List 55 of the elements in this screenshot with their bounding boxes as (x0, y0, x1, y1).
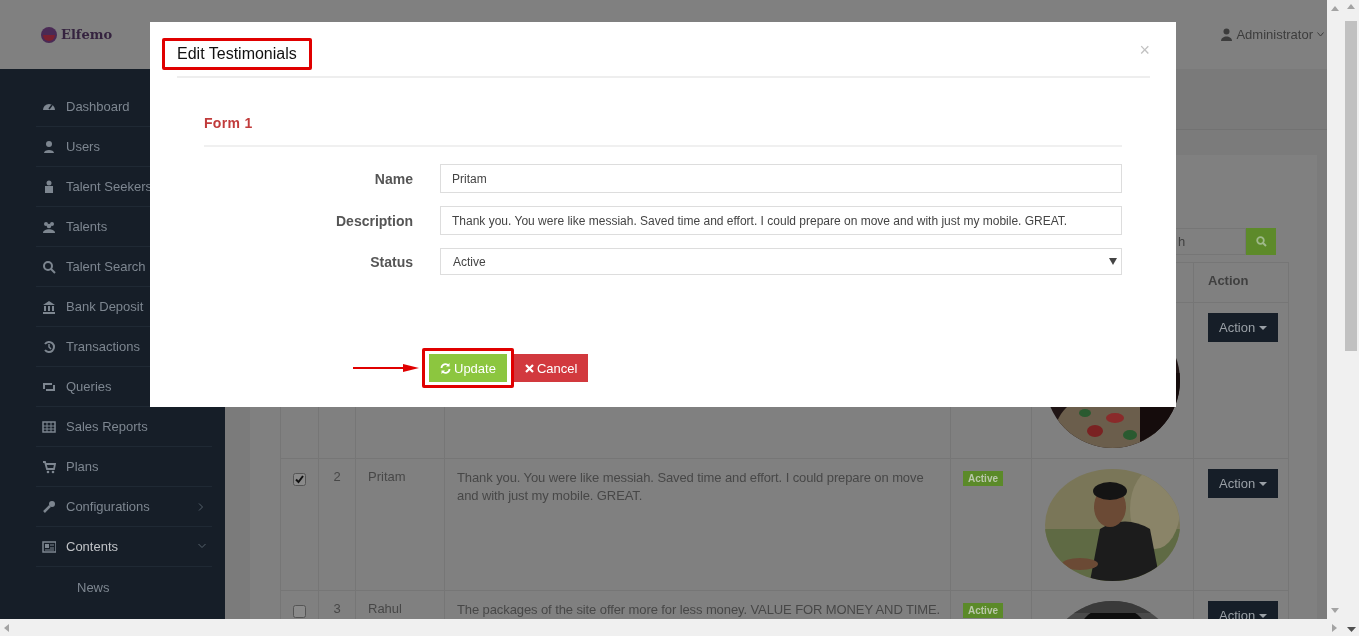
cancel-button[interactable]: Cancel (513, 354, 589, 382)
bank-icon (42, 299, 56, 314)
search-icon (1255, 236, 1267, 247)
row-number: 2 (333, 469, 341, 484)
sidebar-item[interactable]: Contents (36, 527, 212, 567)
cart-icon (42, 459, 56, 474)
search-icon (42, 259, 56, 274)
logo-icon (40, 25, 58, 44)
sidebar-item[interactable]: Plans (36, 447, 212, 487)
logo-text: Elfemo (61, 27, 113, 42)
column-header: Action (1208, 273, 1249, 288)
x-icon (524, 363, 534, 373)
caret-icon (1259, 325, 1268, 330)
gauge-icon (42, 103, 56, 110)
person-icon (42, 179, 56, 194)
scrollbar[interactable] (0, 619, 1343, 636)
checkbox[interactable] (293, 605, 306, 618)
search-button[interactable] (1246, 228, 1276, 255)
scroll-right-icon[interactable] (1332, 623, 1337, 632)
dialog-title: Edit Testimonials (177, 45, 297, 62)
sidebar-item[interactable]: Configurations (36, 487, 212, 527)
user-icon (42, 139, 56, 154)
input-field[interactable]: Pritam (440, 164, 1122, 193)
scrollbar[interactable] (1343, 0, 1359, 636)
history-icon (42, 339, 56, 354)
field-label: Name (373, 170, 413, 187)
field-label: Description (335, 212, 413, 229)
field-label: Status (369, 253, 413, 270)
status-label: Active (963, 603, 1003, 618)
chevron-down-icon (1317, 32, 1324, 37)
row-number: 3 (333, 601, 341, 616)
grid-icon (42, 419, 56, 434)
scroll-thumb[interactable] (1345, 21, 1357, 351)
caret-icon (1109, 258, 1117, 265)
user-icon (1221, 28, 1233, 41)
status-label: Active (963, 471, 1003, 486)
newspaper-icon (42, 539, 56, 554)
table-cell: The packages of the site offer more for less money. VALUE FOR MONEY AND TIME. (457, 602, 941, 617)
action-button[interactable]: Action (1208, 313, 1279, 342)
wrench-icon (42, 499, 56, 514)
users-icon (42, 219, 56, 234)
caret-icon (1259, 481, 1268, 486)
input-field[interactable]: Thank you. You were like messiah. Saved time and effort. I could prepare on move and with just my mobile. GREAT. (440, 206, 1122, 235)
select-field[interactable]: Active (440, 248, 1122, 275)
scroll-left-icon[interactable] (4, 623, 9, 632)
action-button[interactable]: Action (1208, 469, 1279, 498)
user-menu[interactable]: Administrator (1236, 27, 1313, 42)
table-cell: Rahul (368, 601, 402, 616)
scrollbar[interactable] (1327, 0, 1343, 619)
table-cell: Thank you. You were like messiah. Saved time and effort. I could prepare on move and with just my mobile. GREAT. (457, 470, 924, 503)
refresh-icon (440, 362, 451, 374)
checkbox[interactable] (293, 473, 306, 486)
scroll-down-icon[interactable] (1346, 627, 1356, 632)
table-cell: Pritam (368, 469, 406, 484)
sidebar-item[interactable]: News (36, 567, 212, 607)
